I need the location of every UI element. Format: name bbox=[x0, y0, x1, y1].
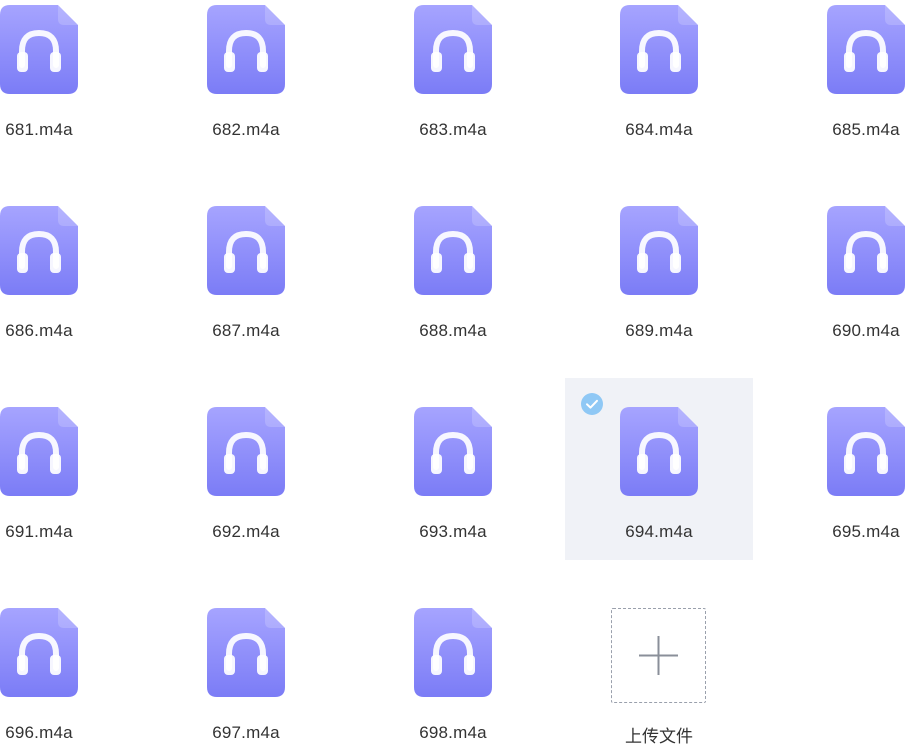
audio-file-icon bbox=[827, 206, 905, 295]
audio-file-icon bbox=[207, 608, 285, 697]
file-name: 697.m4a bbox=[212, 723, 280, 742]
file-name: 695.m4a bbox=[832, 522, 900, 541]
file-name: 683.m4a bbox=[419, 120, 487, 139]
audio-file-icon bbox=[207, 206, 285, 295]
audio-file-icon bbox=[620, 407, 698, 496]
file-tile[interactable]: 693.m4a bbox=[359, 378, 547, 560]
file-tile[interactable]: 686.m4a bbox=[0, 201, 133, 383]
audio-file-icon bbox=[0, 206, 78, 295]
file-tile[interactable]: 694.m4a bbox=[565, 378, 753, 560]
file-name: 698.m4a bbox=[419, 723, 487, 742]
file-name: 691.m4a bbox=[5, 522, 73, 541]
audio-file-icon bbox=[207, 5, 285, 94]
file-tile[interactable]: 681.m4a bbox=[0, 0, 133, 182]
audio-file-icon bbox=[0, 608, 78, 697]
file-tile[interactable]: 684.m4a bbox=[565, 0, 753, 182]
file-tile[interactable]: 683.m4a bbox=[359, 0, 547, 182]
audio-file-icon bbox=[207, 407, 285, 496]
file-tile[interactable]: 696.m4a bbox=[0, 603, 133, 749]
file-name: 685.m4a bbox=[832, 120, 900, 139]
file-name: 681.m4a bbox=[5, 120, 73, 139]
file-name: 684.m4a bbox=[625, 120, 693, 139]
file-name: 696.m4a bbox=[5, 723, 73, 742]
file-tile[interactable]: 685.m4a bbox=[772, 0, 912, 182]
file-name: 686.m4a bbox=[5, 321, 73, 340]
audio-file-icon bbox=[0, 407, 78, 496]
file-name: 682.m4a bbox=[212, 120, 280, 139]
file-tile[interactable]: 689.m4a bbox=[565, 201, 753, 383]
upload-button[interactable] bbox=[611, 608, 706, 703]
file-name: 688.m4a bbox=[419, 321, 487, 340]
file-name: 693.m4a bbox=[419, 522, 487, 541]
audio-file-icon bbox=[620, 5, 698, 94]
upload-file-tile[interactable]: 上传文件 bbox=[565, 600, 753, 749]
file-name: 690.m4a bbox=[832, 321, 900, 340]
audio-file-icon bbox=[414, 608, 492, 697]
file-name: 692.m4a bbox=[212, 522, 280, 541]
file-tile[interactable]: 695.m4a bbox=[772, 378, 912, 560]
audio-file-icon bbox=[414, 5, 492, 94]
upload-label: 上传文件 bbox=[625, 727, 693, 747]
audio-file-icon bbox=[414, 407, 492, 496]
file-tile[interactable]: 688.m4a bbox=[359, 201, 547, 383]
audio-file-icon bbox=[827, 5, 905, 94]
file-name: 694.m4a bbox=[625, 522, 693, 541]
file-tile[interactable]: 692.m4a bbox=[152, 378, 340, 560]
file-tile[interactable]: 687.m4a bbox=[152, 201, 340, 383]
audio-file-icon bbox=[620, 206, 698, 295]
file-grid: 上传文件 681.m4a 682.m4a 683.m4a 684.m4a 685.m4a… bbox=[0, 0, 912, 749]
file-name: 687.m4a bbox=[212, 321, 280, 340]
file-tile[interactable]: 690.m4a bbox=[772, 201, 912, 383]
file-tile[interactable]: 698.m4a bbox=[359, 603, 547, 749]
file-tile[interactable]: 697.m4a bbox=[152, 603, 340, 749]
file-tile[interactable]: 682.m4a bbox=[152, 0, 340, 182]
audio-file-icon bbox=[414, 206, 492, 295]
file-name: 689.m4a bbox=[625, 321, 693, 340]
audio-file-icon bbox=[827, 407, 905, 496]
audio-file-icon bbox=[0, 5, 78, 94]
check-circle-icon bbox=[581, 393, 603, 415]
file-tile[interactable]: 691.m4a bbox=[0, 378, 133, 560]
plus-icon bbox=[639, 636, 678, 675]
